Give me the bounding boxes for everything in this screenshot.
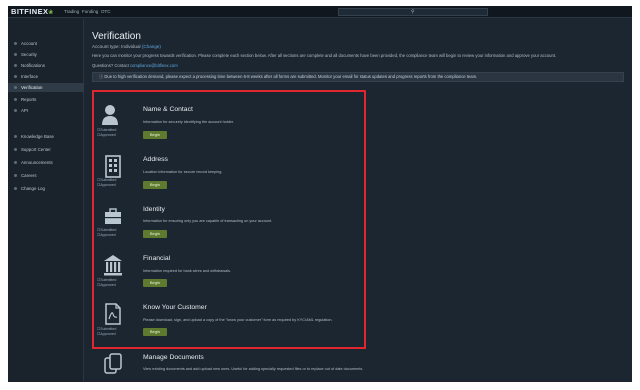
- section-desc-kyc: Please download, sign, and upload a copy…: [143, 318, 333, 322]
- nav-trading[interactable]: Trading: [64, 9, 79, 14]
- bullet-icon: [14, 75, 17, 78]
- sidebar-item-knowledge-base[interactable]: Knowledge Base: [8, 132, 84, 141]
- bullet-icon: [14, 98, 17, 101]
- sidebar-item-label: API: [21, 108, 29, 113]
- begin-button-identity[interactable]: Begin: [143, 230, 167, 238]
- status-label: Approved: [100, 283, 116, 287]
- begin-button-name-contact[interactable]: Begin: [143, 131, 167, 139]
- sidebar-item-reports[interactable]: Reports: [8, 95, 84, 104]
- pdf-document-icon: [103, 302, 123, 326]
- info-icon: ⓘ: [99, 74, 104, 79]
- person-icon: [100, 103, 120, 127]
- status-label: Submitted: [100, 228, 117, 232]
- app-window: BITFINEX❀ Trading Funding OTC ⚲ Account …: [8, 6, 632, 382]
- sidebar-item-label: Reports: [21, 97, 37, 102]
- sidebar-item-security[interactable]: Security: [8, 50, 84, 59]
- bullet-icon: [14, 135, 17, 138]
- section-title-kyc: Know Your Customer: [143, 304, 207, 311]
- sidebar-item-label: Change Log: [21, 186, 45, 191]
- section-desc-manage-documents: View existing documents and add upload n…: [143, 367, 364, 371]
- bullet-icon: [14, 109, 17, 112]
- section-title-financial: Financial: [143, 255, 171, 262]
- bullet-icon: [14, 42, 17, 45]
- sidebar-item-notifications[interactable]: Notifications: [8, 61, 84, 70]
- section-title-name-contact: Name & Contact: [143, 106, 193, 113]
- section-title-identity: Identity: [143, 206, 165, 213]
- status-label: Approved: [100, 183, 116, 187]
- account-type: Account type: Individual (Change): [92, 44, 161, 49]
- status-label: Approved: [100, 133, 116, 137]
- sidebar-item-announcements[interactable]: Announcements: [8, 158, 84, 167]
- sidebar-item-label: Support Center: [21, 147, 51, 152]
- sidebar-item-label: Notifications: [21, 63, 45, 68]
- status-label: Submitted: [100, 128, 117, 132]
- sidebar-item-careers[interactable]: Careers: [8, 171, 84, 180]
- bullet-icon: [14, 148, 17, 151]
- bullet-icon: [14, 187, 17, 190]
- bullet-icon: [14, 86, 17, 89]
- sidebar-item-account[interactable]: Account: [8, 39, 84, 48]
- sidebar-item-label: Security: [21, 52, 37, 57]
- processing-notice: ⓘ Due to high verification demand, pleas…: [92, 72, 624, 82]
- section-title-address: Address: [143, 156, 168, 163]
- change-account-type-link[interactable]: (Change): [142, 44, 161, 49]
- section-desc-name-contact: Information for securely identifying the…: [143, 120, 234, 124]
- search-input[interactable]: ⚲: [338, 8, 488, 16]
- documents-icon: [103, 352, 123, 376]
- section-title-manage-documents: Manage Documents: [143, 354, 204, 361]
- bullet-icon: [14, 64, 17, 67]
- sidebar-item-change-log[interactable]: Change Log: [8, 184, 84, 193]
- begin-button-financial[interactable]: Begin: [143, 279, 167, 287]
- status-label: Submitted: [100, 327, 117, 331]
- logo-text: BITFINEX: [11, 7, 49, 16]
- begin-button-kyc[interactable]: Begin: [143, 328, 167, 336]
- sidebar-item-verification[interactable]: Verification: [8, 83, 84, 92]
- questions-label: Questions? Contact: [92, 63, 129, 68]
- verification-description: Here you can monitor your progress towar…: [92, 53, 557, 58]
- building-icon: [103, 154, 123, 178]
- section-desc-identity: Information for ensuring only you are ca…: [143, 219, 273, 223]
- bullet-icon: [14, 161, 17, 164]
- status-label: Approved: [100, 233, 116, 237]
- top-navigation-bar: BITFINEX❀ Trading Funding OTC ⚲: [8, 6, 632, 18]
- account-type-label: Account type: Individual: [92, 44, 141, 49]
- nav-funding[interactable]: Funding: [82, 9, 98, 14]
- briefcase-icon: [103, 204, 123, 228]
- sidebar-item-support-center[interactable]: Support Center: [8, 145, 84, 154]
- begin-button-address[interactable]: Begin: [143, 181, 167, 189]
- status-label: Approved: [100, 332, 116, 336]
- questions-line: Questions? Contact compliance@bitfinex.c…: [92, 63, 178, 68]
- sidebar-item-label: Interface: [21, 74, 39, 79]
- approved-status: ☐Approved: [97, 183, 116, 187]
- approved-status: ☐Approved: [97, 332, 116, 336]
- bullet-icon: [14, 53, 17, 56]
- notice-text: Due to high verification demand, please …: [104, 74, 478, 79]
- status-label: Submitted: [100, 178, 117, 182]
- sidebar-item-label: Knowledge Base: [21, 134, 54, 139]
- nav-otc[interactable]: OTC: [101, 9, 111, 14]
- bullet-icon: [14, 174, 17, 177]
- sidebar-item-label: Careers: [21, 173, 37, 178]
- sidebar: Account Security Notifications Interface…: [8, 19, 84, 382]
- compliance-email-link[interactable]: compliance@bitfinex.com: [130, 63, 178, 68]
- approved-status: ☐Approved: [97, 133, 116, 137]
- section-desc-address: Location information for secure record k…: [143, 170, 223, 174]
- leaf-icon: ❀: [48, 10, 54, 16]
- bitfinex-logo[interactable]: BITFINEX❀: [11, 7, 54, 16]
- status-label: Submitted: [100, 278, 117, 282]
- approved-status: ☐Approved: [97, 233, 116, 237]
- search-icon[interactable]: ⚲: [411, 9, 415, 16]
- sidebar-item-label: Verification: [21, 85, 43, 90]
- sidebar-item-interface[interactable]: Interface: [8, 72, 84, 81]
- approved-status: ☐Approved: [97, 283, 116, 287]
- sidebar-item-label: Account: [21, 41, 37, 46]
- sidebar-item-label: Announcements: [21, 160, 53, 165]
- bank-icon: [103, 253, 123, 277]
- sidebar-item-api[interactable]: API: [8, 106, 84, 115]
- page-title: Verification: [92, 31, 141, 42]
- section-desc-financial: Information required for bank wires and …: [143, 269, 232, 273]
